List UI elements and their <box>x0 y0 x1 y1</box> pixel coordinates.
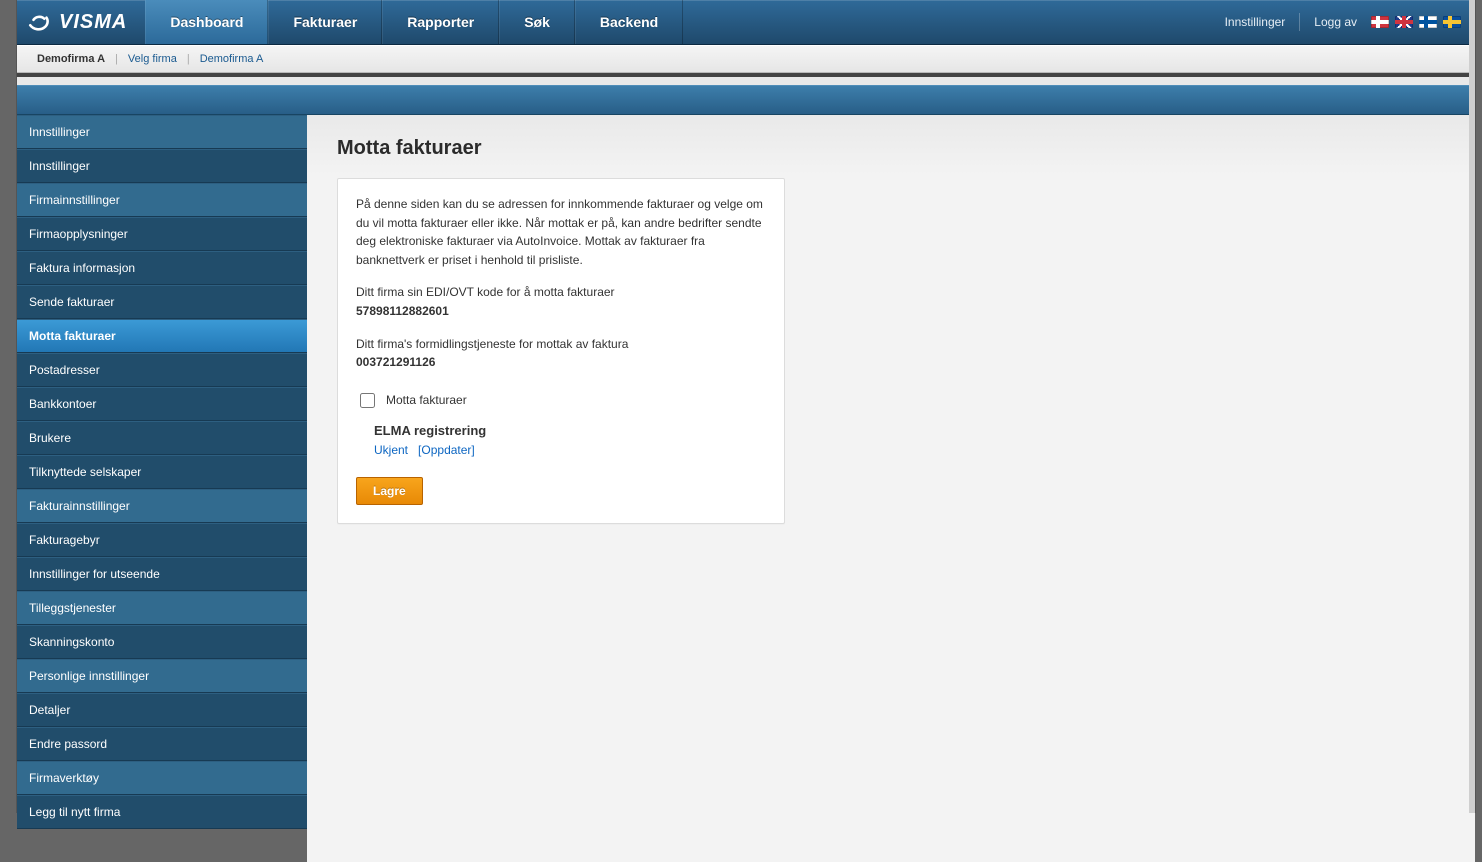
elma-block: ELMA registrering Ukjent [Oppdater] <box>374 421 766 460</box>
flag-sweden-icon[interactable] <box>1443 16 1461 28</box>
breadcrumb-firm-link[interactable]: Demofirma A <box>200 53 264 65</box>
flag-finland-icon[interactable] <box>1419 16 1437 28</box>
language-flags <box>1371 16 1461 28</box>
operator-label: Ditt firma's formidlingstjeneste for mot… <box>356 335 766 354</box>
settings-link[interactable]: Innstillinger <box>1225 15 1286 29</box>
sidebar-item-legg-til-nytt-firma[interactable]: Legg til nytt firma <box>17 795 307 829</box>
scrollbar[interactable] <box>1469 0 1475 813</box>
top-right: Innstillinger Logg av <box>1211 0 1475 44</box>
tab-fakturaer[interactable]: Fakturaer <box>268 0 382 44</box>
intro-text: På denne siden kan du se adressen for in… <box>356 195 766 269</box>
sidebar-item-motta-fakturaer[interactable]: Motta fakturaer <box>17 319 307 353</box>
top-nav: DashboardFakturaerRapporterSøkBackend <box>145 0 683 44</box>
banner-strip <box>17 85 1475 115</box>
tab-sok[interactable]: Søk <box>499 0 575 44</box>
breadcrumb-sep: | <box>115 53 118 65</box>
separator <box>1299 13 1300 31</box>
elma-status: Ukjent <box>374 443 408 457</box>
tab-backend[interactable]: Backend <box>575 0 683 44</box>
flag-uk-icon[interactable] <box>1395 16 1413 28</box>
breadcrumb-choose-firm[interactable]: Velg firma <box>128 53 177 65</box>
sidebar-item-skanningskonto[interactable]: Skanningskonto <box>17 625 307 659</box>
sidebar-item-postadresser[interactable]: Postadresser <box>17 353 307 387</box>
receive-checkbox-label: Motta fakturaer <box>386 391 467 410</box>
sidebar: InnstillingerInnstillingerFirmainnstilli… <box>17 115 307 829</box>
elma-update-link[interactable]: [Oppdater] <box>418 443 475 457</box>
receive-invoices-card: På denne siden kan du se adressen for in… <box>337 178 785 524</box>
content-area: Motta fakturaer På denne siden kan du se… <box>307 115 1475 862</box>
brand-text: VISMA <box>59 11 127 34</box>
breadcrumb-bar: Demofirma A | Velg firma | Demofirma A <box>17 45 1475 73</box>
brand-logo: VISMA <box>17 0 145 44</box>
sidebar-header-firmaverkt-y: Firmaverktøy <box>17 761 307 795</box>
brand-swirl-icon <box>27 9 53 35</box>
sidebar-item-innstillinger[interactable]: Innstillinger <box>17 149 307 183</box>
receive-checkbox-row: Motta fakturaer <box>356 390 766 411</box>
main-layout: InnstillingerInnstillingerFirmainnstilli… <box>17 115 1475 818</box>
receive-invoices-checkbox[interactable] <box>360 393 375 408</box>
breadcrumb-firm: Demofirma A <box>37 53 105 65</box>
sidebar-item-detaljer[interactable]: Detaljer <box>17 693 307 727</box>
sidebar-header-innstillinger: Innstillinger <box>17 115 307 149</box>
divider <box>17 73 1475 77</box>
sidebar-item-tilknyttede-selskaper[interactable]: Tilknyttede selskaper <box>17 455 307 489</box>
edi-value: 57898112882601 <box>356 302 766 321</box>
top-bar: VISMA DashboardFakturaerRapporterSøkBack… <box>17 0 1475 45</box>
sidebar-item-brukere[interactable]: Brukere <box>17 421 307 455</box>
save-button[interactable]: Lagre <box>356 477 423 505</box>
sidebar-header-fakturainnstillinger: Fakturainnstillinger <box>17 489 307 523</box>
flag-norway-icon[interactable] <box>1371 16 1389 28</box>
sidebar-header-firmainnstillinger: Firmainnstillinger <box>17 183 307 217</box>
sidebar-item-firmaopplysninger[interactable]: Firmaopplysninger <box>17 217 307 251</box>
operator-value: 003721291126 <box>356 353 766 372</box>
sidebar-header-personlige-innstillinger: Personlige innstillinger <box>17 659 307 693</box>
logout-link[interactable]: Logg av <box>1314 15 1357 29</box>
sidebar-item-faktura-informasjon[interactable]: Faktura informasjon <box>17 251 307 285</box>
breadcrumb-sep: | <box>187 53 190 65</box>
tab-rapporter[interactable]: Rapporter <box>382 0 499 44</box>
sidebar-header-tilleggstjenester: Tilleggstjenester <box>17 591 307 625</box>
sidebar-item-innstillinger-for-utseende[interactable]: Innstillinger for utseende <box>17 557 307 591</box>
sidebar-item-bankkontoer[interactable]: Bankkontoer <box>17 387 307 421</box>
tab-dashboard[interactable]: Dashboard <box>145 0 268 44</box>
sidebar-item-sende-fakturaer[interactable]: Sende fakturaer <box>17 285 307 319</box>
sidebar-item-fakturagebyr[interactable]: Fakturagebyr <box>17 523 307 557</box>
elma-title: ELMA registrering <box>374 421 766 441</box>
edi-label: Ditt firma sin EDI/OVT kode for å motta … <box>356 283 766 302</box>
sidebar-item-endre-passord[interactable]: Endre passord <box>17 727 307 761</box>
page-title: Motta fakturaer <box>337 137 1445 160</box>
